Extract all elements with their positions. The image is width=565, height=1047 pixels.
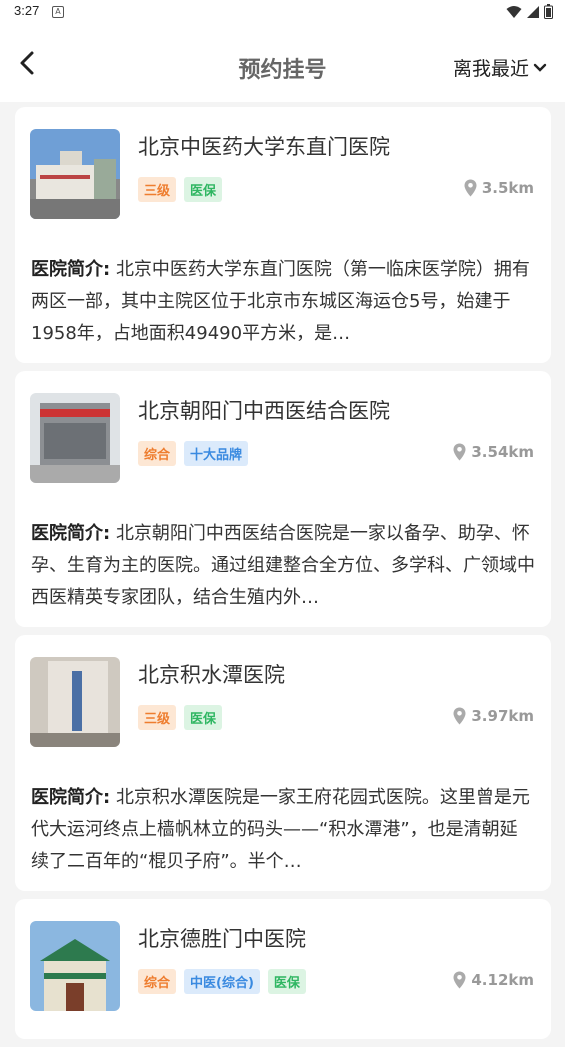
tag-type: 综合 [138, 969, 177, 994]
notification-icon: A [52, 6, 64, 18]
chevron-down-icon [533, 63, 547, 72]
hospital-tags: 综合 十大品牌 [138, 441, 249, 466]
wifi-icon [506, 5, 522, 18]
hospital-photo [30, 393, 120, 483]
location-pin-icon [453, 971, 466, 989]
status-bar: 3:27 A [0, 0, 565, 24]
battery-icon [544, 4, 553, 19]
distance-value: 3.54km [471, 443, 534, 461]
hospital-photo [30, 921, 120, 1011]
hospital-card[interactable]: 北京德胜门中医院 综合 中医(综合) 医保 4.12km [15, 899, 551, 1039]
distance: 3.5km [464, 179, 534, 197]
tag-brand: 十大品牌 [184, 441, 249, 466]
tag-category: 中医(综合) [184, 969, 260, 994]
hospital-photo [30, 657, 120, 747]
hospital-intro: 医院简介: 北京朝阳门中西医结合医院是一家以备孕、助孕、怀孕、生育为主的医院。通… [31, 518, 535, 614]
hospital-name: 北京中医药大学东直门医院 [138, 135, 390, 159]
hospital-card[interactable]: 北京朝阳门中西医结合医院 综合 十大品牌 3.54km 医院简介: 北京朝阳门中… [15, 371, 551, 627]
app-header: 预约挂号 离我最近 [0, 24, 565, 102]
distance-value: 3.5km [481, 179, 534, 197]
distance-value: 4.12km [471, 971, 534, 989]
hospital-name: 北京朝阳门中西医结合医院 [138, 399, 390, 423]
hospital-intro: 医院简介: 北京积水潭医院是一家王府花园式医院。这里曾是元代大运河终点上樯帆林立… [31, 782, 535, 878]
distance-value: 3.97km [471, 707, 534, 725]
hospital-list: 北京中医药大学东直门医院 三级 医保 3.5km 医院简介: 北京中医药大学东直… [15, 107, 551, 1047]
location-pin-icon [464, 179, 477, 197]
location-pin-icon [453, 443, 466, 461]
tag-level: 三级 [138, 705, 177, 730]
signal-icon [527, 5, 539, 18]
location-pin-icon [453, 707, 466, 725]
hospital-card[interactable]: 北京积水潭医院 三级 医保 3.97km 医院简介: 北京积水潭医院是一家王府花… [15, 635, 551, 891]
distance: 4.12km [453, 971, 534, 989]
distance: 3.54km [453, 443, 534, 461]
intro-label: 医院简介: [31, 523, 111, 544]
tag-type: 综合 [138, 441, 177, 466]
hospital-name: 北京积水潭医院 [138, 663, 285, 687]
status-time: 3:27 [14, 3, 40, 18]
distance: 3.97km [453, 707, 534, 725]
hospital-tags: 综合 中医(综合) 医保 [138, 969, 306, 994]
sort-dropdown[interactable]: 离我最近 [453, 54, 547, 81]
hospital-tags: 三级 医保 [138, 705, 223, 730]
hospital-card[interactable]: 北京中医药大学东直门医院 三级 医保 3.5km 医院简介: 北京中医药大学东直… [15, 107, 551, 363]
tag-insurance: 医保 [184, 705, 223, 730]
hospital-intro: 医院简介: 北京中医药大学东直门医院（第一临床医学院）拥有两区一部，其中主院区位… [31, 254, 535, 350]
status-icons [506, 4, 553, 19]
intro-label: 医院简介: [31, 787, 111, 808]
tag-insurance: 医保 [267, 969, 306, 994]
tag-level: 三级 [138, 177, 177, 202]
hospital-photo [30, 129, 120, 219]
hospital-tags: 三级 医保 [138, 177, 223, 202]
sort-label: 离我最近 [452, 58, 529, 80]
intro-label: 医院简介: [31, 259, 111, 280]
tag-insurance: 医保 [184, 177, 223, 202]
hospital-name: 北京德胜门中医院 [138, 927, 306, 951]
